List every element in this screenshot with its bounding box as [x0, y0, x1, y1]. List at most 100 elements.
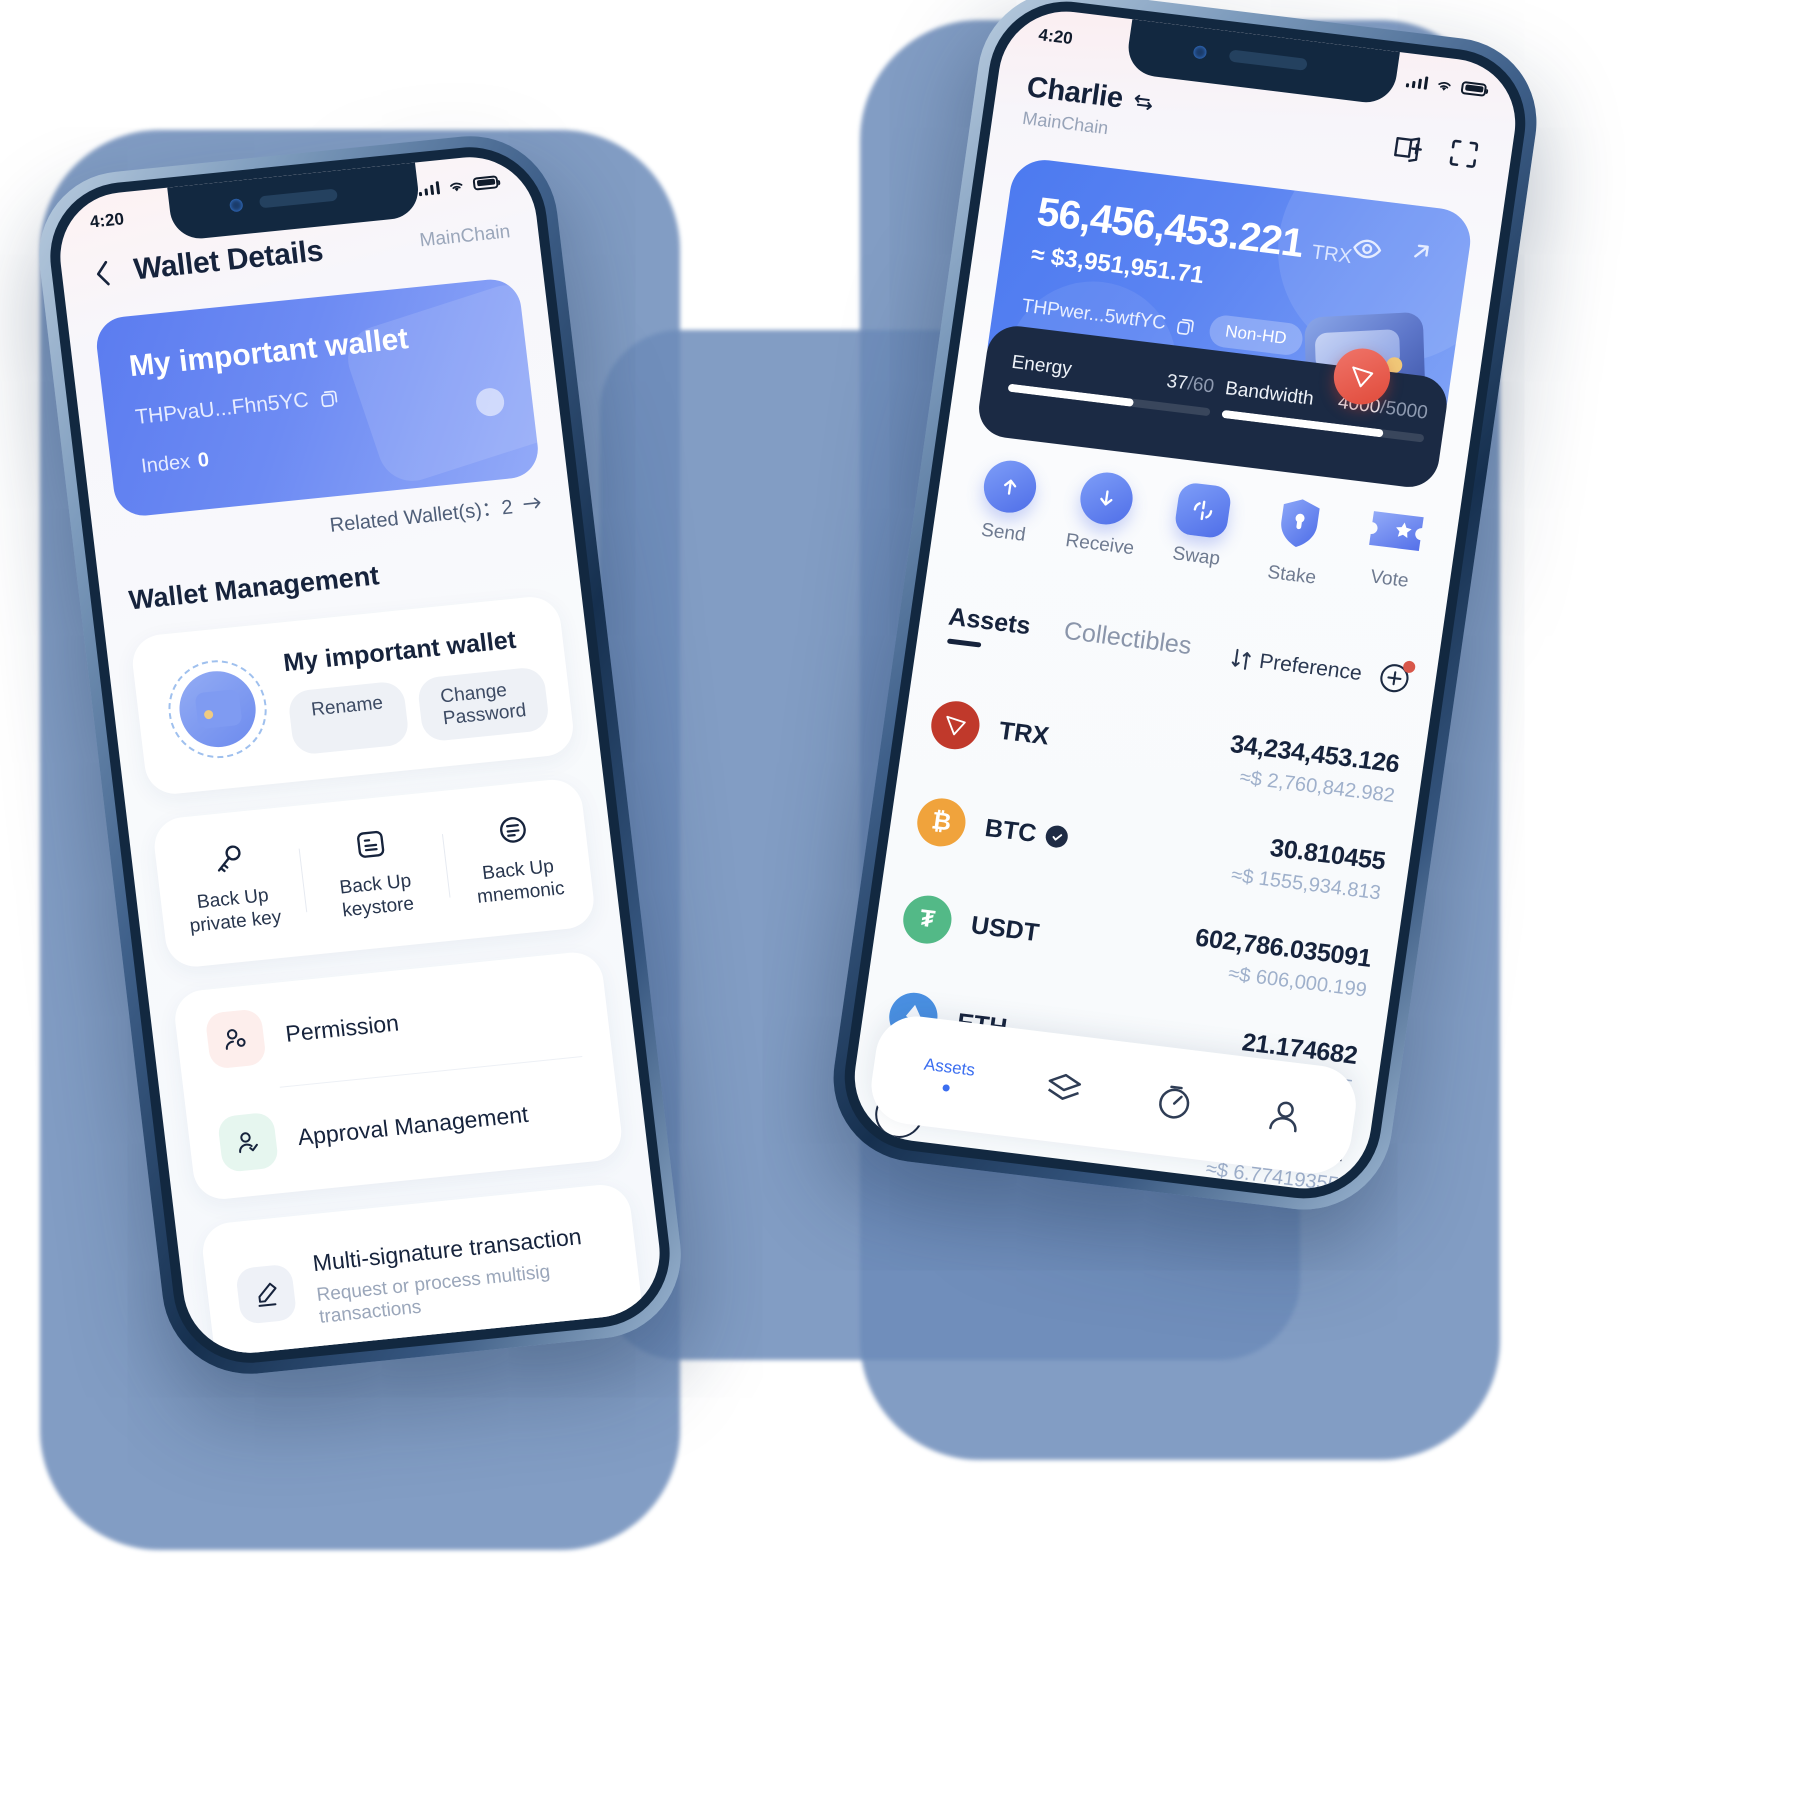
arrow-down-icon: [1076, 469, 1137, 528]
avatar: [175, 667, 260, 751]
energy-block[interactable]: Energy 37/60: [1007, 351, 1216, 417]
header-actions: [1389, 128, 1483, 173]
energy-value: 37/60: [1165, 370, 1216, 398]
account-block[interactable]: Charlie MainChain: [1021, 71, 1158, 144]
preference-label: Preference: [1257, 649, 1364, 685]
related-wallets-link[interactable]: Related Wallet(s)：2: [328, 487, 544, 537]
nav-layers[interactable]: [1041, 1067, 1087, 1112]
tabs-right-actions: Preference: [1229, 641, 1417, 697]
multisig-text: Multi-signature transaction Request or p…: [311, 1220, 611, 1328]
asset-values: 34,234,453.126 ≈$ 2,760,842.982: [1224, 730, 1401, 808]
rename-button[interactable]: Rename: [286, 679, 410, 756]
action-swap-label: Swap: [1171, 543, 1222, 570]
add-wallet-icon[interactable]: [1389, 128, 1428, 166]
switch-account-icon[interactable]: [1130, 89, 1157, 116]
scan-icon[interactable]: [1445, 135, 1484, 173]
profile-buttons: Rename Change Password: [286, 665, 551, 756]
battery-icon: [472, 174, 499, 191]
swap-icon: [1173, 481, 1233, 540]
backup-keystore-label: Back Up keystore: [338, 869, 415, 922]
wifi-icon: [449, 182, 463, 191]
discover-icon: [1158, 1085, 1190, 1119]
asset-symbol: BTC: [983, 813, 1070, 852]
mnemonic-icon: [500, 816, 527, 843]
avatar-ring: [163, 655, 273, 763]
user-gear-icon: [204, 1008, 267, 1070]
arrow-up-icon: [980, 457, 1040, 516]
asset-symbol-text: USDT: [969, 910, 1041, 947]
asset-values: 602,786.035091 ≈$ 606,000.199: [1189, 924, 1374, 1003]
pencil-icon: [235, 1263, 298, 1325]
add-token-button[interactable]: [1375, 659, 1417, 697]
status-time: 4:20: [88, 209, 125, 232]
tab-collectibles[interactable]: Collectibles: [1060, 617, 1193, 673]
preference-button[interactable]: Preference: [1230, 646, 1363, 686]
tron-icon: [1352, 366, 1374, 388]
copy-icon[interactable]: [1173, 315, 1197, 338]
asset-values: 30.810455 ≈$ 1555,934.813: [1230, 830, 1387, 906]
bandwidth-block[interactable]: Bandwidth 4000/5000: [1221, 378, 1430, 443]
wallet-address-text: THPvaU...Fhn5YC: [134, 388, 310, 429]
asset-symbol-text: BTC: [983, 813, 1039, 848]
cellular-signal-icon: [1405, 74, 1429, 90]
action-receive-label: Receive: [1064, 530, 1136, 560]
wallet-index-value: 0: [196, 448, 211, 472]
asset-symbol-text: TRX: [997, 716, 1051, 751]
multisig-card[interactable]: Multi-signature transaction Request or p…: [199, 1182, 646, 1360]
action-vote[interactable]: Vote: [1340, 502, 1447, 596]
ticket-star-icon: [1364, 505, 1429, 563]
layers-icon: [1048, 1073, 1082, 1100]
backup-mnemonic-button[interactable]: Back Up mnemonic: [440, 806, 594, 912]
eye-icon[interactable]: [1350, 232, 1384, 265]
backup-mnemonic-label: Back Up mnemonic: [473, 854, 566, 909]
profile-icon: [1268, 1101, 1297, 1133]
tab-assets[interactable]: Assets: [945, 603, 1033, 654]
action-receive[interactable]: Receive: [1050, 467, 1158, 562]
asset-symbol: USDT: [969, 911, 1041, 948]
copy-icon[interactable]: [317, 387, 340, 410]
action-send[interactable]: Send: [954, 455, 1062, 550]
external-link-icon[interactable]: [1407, 237, 1437, 266]
change-password-button[interactable]: Change Password: [416, 665, 551, 742]
key-icon: [217, 845, 241, 872]
energy-total: 60: [1191, 374, 1216, 398]
nav-assets-label: Assets: [922, 1054, 977, 1080]
wallet-profile-card: My important wallet Rename Change Passwo…: [129, 594, 577, 797]
approval-label: Approval Management: [296, 1100, 530, 1150]
trx-token-icon: [928, 698, 983, 752]
action-vote-label: Vote: [1369, 566, 1410, 592]
nav-discover[interactable]: [1151, 1080, 1197, 1125]
backup-keystore-button[interactable]: Back Up keystore: [297, 820, 451, 926]
wallet-address[interactable]: THPvaU...Fhn5YC: [134, 385, 341, 430]
status-indicators: [1405, 73, 1488, 98]
action-stake[interactable]: Stake: [1242, 491, 1351, 593]
btc-token-icon: ₿: [914, 795, 969, 850]
nav-profile[interactable]: [1262, 1094, 1308, 1139]
action-swap[interactable]: Swap: [1147, 479, 1255, 574]
usdt-token-icon: ₮: [900, 892, 955, 947]
bandwidth-label: Bandwidth: [1223, 378, 1316, 410]
wallet-summary-card[interactable]: My important wallet THPvaU...Fhn5YC Inde…: [93, 276, 542, 519]
shield-lock-icon: [1270, 493, 1328, 558]
label-line-2: keystore: [341, 893, 416, 922]
nav-assets[interactable]: Assets: [921, 1054, 977, 1095]
permission-label: Permission: [283, 1009, 401, 1047]
status-indicators: [417, 174, 499, 197]
multisig-row[interactable]: Multi-signature transaction Request or p…: [200, 1182, 646, 1359]
section-title: Wallet Management: [127, 560, 381, 616]
verified-badge-icon: [1044, 824, 1070, 849]
chain-label: MainChain: [418, 221, 512, 252]
sort-icon: [1232, 648, 1252, 670]
wallet-index: Index 0: [140, 449, 210, 479]
backup-card: Back Up private key Back Up keystore Bac…: [151, 776, 597, 970]
scene: 4:20 Charlie MainChain 56,456,453.221 TR…: [0, 0, 1800, 1800]
chevron-left-icon[interactable]: [88, 257, 117, 289]
card-wallet-graphic: [338, 276, 542, 490]
arrow-right-icon: [523, 497, 541, 508]
energy-label: Energy: [1010, 351, 1074, 380]
action-send-label: Send: [979, 519, 1027, 546]
status-time: 4:20: [1037, 25, 1074, 49]
backup-private-key-button[interactable]: Back Up private key: [155, 835, 309, 941]
bandwidth-total: 5000: [1383, 397, 1430, 424]
wifi-icon: [1438, 81, 1451, 91]
